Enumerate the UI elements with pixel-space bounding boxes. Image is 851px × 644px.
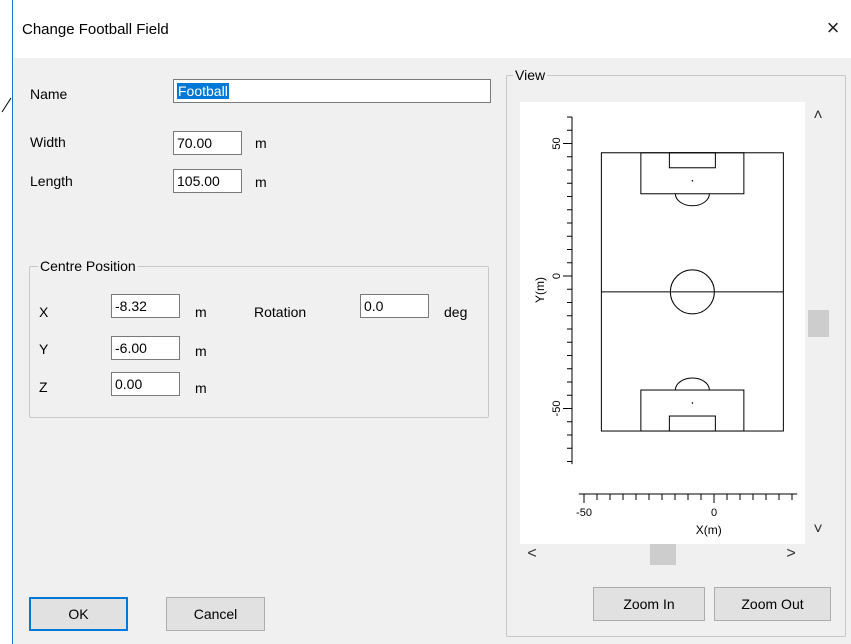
scroll-down-icon[interactable]: ˅ <box>808 521 828 539</box>
y-axis-label: Y(m) <box>533 277 547 303</box>
width-unit: m <box>255 135 267 151</box>
rotation-label: Rotation <box>254 304 307 320</box>
y-unit: m <box>195 343 207 359</box>
title-bar[interactable]: Change Football Field × <box>13 0 851 58</box>
centre-position-legend: Centre Position <box>40 258 136 274</box>
y-tick-label: 50 <box>551 137 563 149</box>
z-input[interactable]: 0.00 <box>111 372 180 396</box>
zoom-in-button[interactable]: Zoom In <box>593 587 705 621</box>
top-penalty-spot <box>691 179 694 182</box>
cancel-button[interactable]: Cancel <box>166 597 265 631</box>
y-tick-label: 0 <box>551 273 563 279</box>
x-input[interactable]: -8.32 <box>111 294 180 318</box>
dialog-title: Change Football Field <box>22 21 169 38</box>
horizontal-scroll-thumb[interactable] <box>650 544 676 565</box>
scroll-right-icon[interactable]: > <box>781 545 801 563</box>
name-value: Football <box>177 83 229 99</box>
view-legend: View <box>515 67 546 83</box>
scroll-up-icon[interactable]: ˄ <box>808 107 828 125</box>
length-unit: m <box>255 174 267 190</box>
length-input[interactable]: 105.00 <box>173 169 242 193</box>
x-axis-label: X(m) <box>696 523 722 537</box>
name-label: Name <box>30 86 68 102</box>
close-icon[interactable]: × <box>821 15 845 41</box>
top-penalty-arc <box>674 193 710 207</box>
bottom-penalty-arc <box>674 377 710 391</box>
bottom-penalty-area <box>640 389 745 432</box>
top-goal-area <box>668 152 716 169</box>
y-input[interactable]: -6.00 <box>111 336 180 360</box>
top-penalty-area <box>640 152 745 195</box>
vertical-scroll-thumb[interactable] <box>808 310 829 337</box>
bottom-goal-area <box>668 415 716 432</box>
width-input[interactable]: 70.00 <box>173 131 242 155</box>
field-view-canvas[interactable]: 50 0 -50 -50 0 Y(m) X(m) <box>520 102 805 544</box>
x-unit: m <box>195 304 207 320</box>
x-label: X <box>39 304 49 320</box>
width-label: Width <box>30 134 66 150</box>
name-input[interactable]: Football <box>173 79 491 103</box>
length-label: Length <box>30 173 73 189</box>
background-edge <box>1 97 12 113</box>
y-label: Y <box>39 341 49 357</box>
scroll-left-icon[interactable]: < <box>522 545 542 563</box>
centre-position-group: Centre Position <box>29 258 489 418</box>
rotation-input[interactable]: 0.0 <box>360 294 429 318</box>
y-tick-label: -50 <box>551 401 563 417</box>
x-tick-label: -50 <box>576 507 592 519</box>
z-label: Z <box>39 379 48 395</box>
rotation-unit: deg <box>444 304 468 320</box>
x-tick-label: 0 <box>711 507 717 519</box>
ok-button[interactable]: OK <box>29 597 128 631</box>
bottom-penalty-spot <box>691 402 694 404</box>
field-plot: 50 0 -50 -50 0 Y(m) X(m) <box>533 116 798 537</box>
z-unit: m <box>195 380 207 396</box>
zoom-out-button[interactable]: Zoom Out <box>714 587 831 621</box>
